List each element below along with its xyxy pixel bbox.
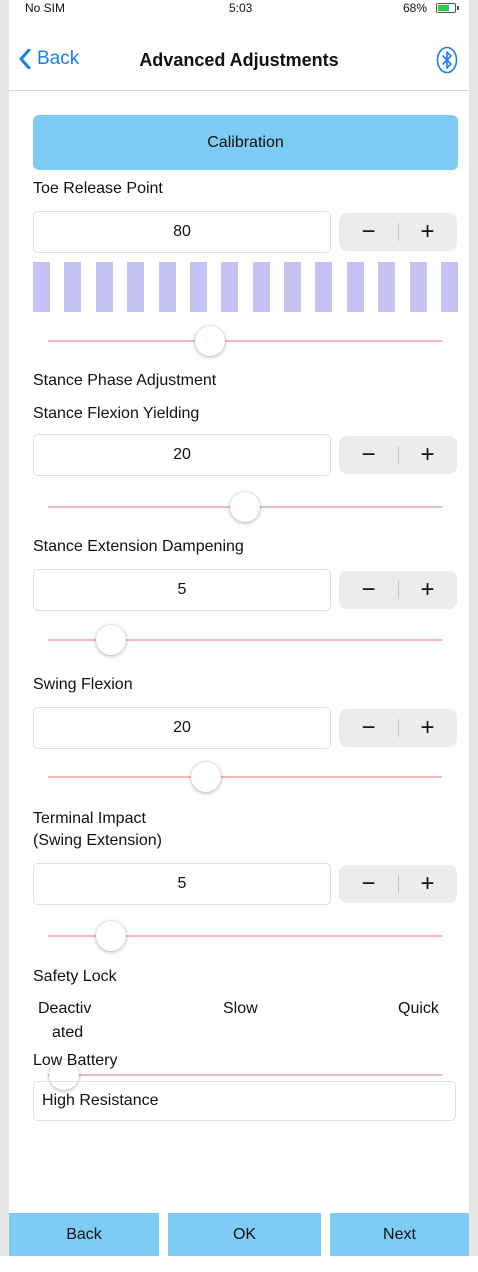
stance-phase-section-label: Stance Phase Adjustment — [33, 372, 217, 389]
swing-flexion-decrement-button[interactable]: − — [339, 709, 398, 747]
bottom-frame-border — [0, 1256, 478, 1272]
low-battery-setting-field[interactable]: High Resistance — [33, 1081, 456, 1121]
level-bar — [378, 262, 396, 312]
ok-button[interactable]: OK — [168, 1213, 321, 1256]
level-bar — [189, 262, 207, 312]
swing-flexion-value[interactable]: 20 — [33, 707, 331, 749]
level-bar — [440, 262, 458, 312]
terminal-impact-increment-button[interactable]: + — [398, 865, 457, 903]
stance-extension-slider[interactable] — [48, 625, 442, 655]
level-bar — [346, 262, 364, 312]
terminal-impact-decrement-button[interactable]: − — [339, 865, 398, 903]
swing-flexion-stepper: − + — [339, 709, 457, 747]
level-bar — [252, 262, 270, 312]
page-title: Advanced Adjustments — [139, 50, 339, 70]
stance-flexion-decrement-button[interactable]: − — [339, 436, 398, 474]
safety-option-deactivated-line1: Deactiv — [38, 1000, 92, 1017]
terminal-impact-slider[interactable] — [48, 921, 442, 951]
battery-percentage: 68% — [403, 1, 428, 15]
terminal-impact-value[interactable]: 5 — [33, 863, 331, 905]
stance-flexion-increment-button[interactable]: + — [398, 436, 457, 474]
stance-extension-value[interactable]: 5 — [33, 569, 331, 611]
toe-release-slider[interactable] — [48, 326, 442, 356]
slider-track — [48, 1074, 442, 1076]
navigation-bar: Back Advanced Adjustments — [9, 34, 469, 91]
toe-release-value[interactable]: 80 — [33, 211, 331, 253]
right-frame-border — [469, 0, 478, 1256]
toe-release-stepper: − + — [339, 213, 457, 251]
bluetooth-icon[interactable] — [436, 46, 458, 74]
safety-lock-label: Safety Lock — [33, 968, 117, 985]
swing-flexion-label: Swing Flexion — [33, 676, 133, 693]
stance-flexion-stepper: − + — [339, 436, 457, 474]
slider-thumb[interactable] — [190, 762, 221, 792]
next-button[interactable]: Next — [330, 1213, 469, 1256]
slider-thumb[interactable] — [230, 492, 260, 522]
toe-release-decrement-button[interactable]: − — [339, 213, 398, 251]
safety-option-slow: Slow — [223, 1000, 258, 1017]
level-bar — [33, 262, 50, 312]
safety-option-quick: Quick — [398, 1000, 439, 1017]
stance-extension-increment-button[interactable]: + — [398, 571, 457, 609]
slider-thumb[interactable] — [194, 326, 225, 356]
slider-thumb[interactable] — [96, 625, 127, 655]
terminal-impact-label: Terminal Impact — [33, 810, 146, 827]
terminal-impact-stepper: − + — [339, 865, 457, 903]
toe-release-label: Toe Release Point — [33, 180, 163, 197]
level-bar — [221, 262, 239, 312]
level-bar — [284, 262, 301, 312]
left-frame-border — [0, 0, 9, 1256]
safety-option-deactivated-line2: ated — [52, 1024, 84, 1041]
level-bar — [95, 262, 113, 312]
battery-icon — [436, 3, 459, 13]
clock: 5:03 — [229, 1, 253, 15]
slider-thumb[interactable] — [96, 921, 127, 951]
swing-flexion-increment-button[interactable]: + — [398, 709, 457, 747]
calibration-button[interactable]: Calibration — [33, 115, 458, 170]
slider-track — [48, 776, 442, 778]
terminal-impact-sublabel: (Swing Extension) — [33, 832, 162, 849]
status-bar: No SIM 5:03 68% — [9, 0, 469, 16]
carrier-label: No SIM — [25, 1, 66, 15]
low-battery-label: Low Battery — [33, 1052, 118, 1069]
level-bar — [158, 262, 176, 312]
level-bar — [127, 262, 145, 312]
stance-extension-label: Stance Extension Dampening — [33, 538, 244, 555]
stance-flexion-label: Stance Flexion Yielding — [33, 405, 200, 422]
toe-release-increment-button[interactable]: + — [398, 213, 457, 251]
stance-flexion-slider[interactable] — [48, 492, 442, 522]
toe-release-level-bars — [33, 262, 458, 312]
slider-track — [48, 340, 442, 342]
stance-extension-stepper: − + — [339, 571, 457, 609]
level-bar — [64, 262, 82, 312]
swing-flexion-slider[interactable] — [48, 762, 442, 792]
level-bar — [409, 262, 427, 312]
level-bar — [315, 262, 333, 312]
back-button[interactable]: Back — [9, 1213, 159, 1256]
stance-extension-decrement-button[interactable]: − — [339, 571, 398, 609]
stance-flexion-value[interactable]: 20 — [33, 434, 331, 476]
